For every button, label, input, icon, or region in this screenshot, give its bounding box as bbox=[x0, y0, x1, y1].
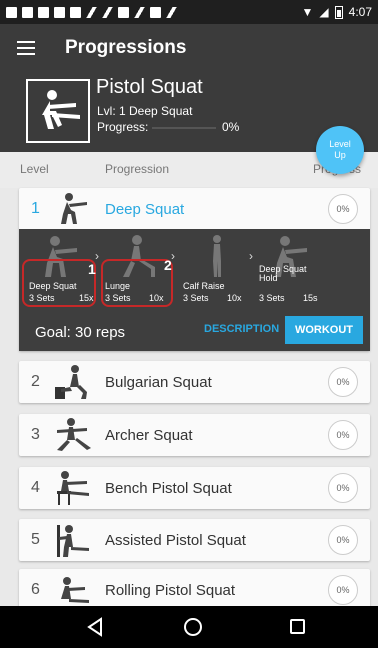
progression-card[interactable]: 3 Archer Squat 0% bbox=[19, 414, 370, 456]
exercise-name: Pistol Squat bbox=[96, 76, 203, 98]
progress-label: Progress: bbox=[97, 120, 149, 134]
notification-icon bbox=[6, 6, 17, 18]
marker-label: 2 bbox=[164, 257, 172, 273]
step-item[interactable]: Calf Raise 3 Sets 10x bbox=[179, 229, 253, 309]
notification-icon bbox=[118, 6, 129, 18]
step-reps: 15s bbox=[303, 293, 318, 303]
goal-text: Goal: 30 reps bbox=[35, 324, 126, 341]
bench-pistol-squat-figure-icon bbox=[57, 471, 89, 505]
progression-name: Bench Pistol Squat bbox=[105, 479, 232, 497]
progress-percent: 0% bbox=[222, 120, 240, 134]
notification-icon bbox=[134, 6, 145, 18]
step-reps: 10x bbox=[227, 293, 242, 303]
step-name: Calf Raise bbox=[183, 281, 225, 291]
signal-icon: ◢ bbox=[319, 5, 329, 19]
step-name: Deep Squat Hold bbox=[259, 264, 307, 284]
notification-icon bbox=[22, 6, 33, 18]
home-icon[interactable] bbox=[184, 618, 202, 636]
notification-icon bbox=[38, 6, 49, 18]
progression-name: Archer Squat bbox=[105, 426, 193, 444]
progression-number: 1 bbox=[31, 200, 40, 217]
progression-progress: 0% bbox=[328, 194, 358, 224]
progression-row[interactable]: 3 Archer Squat 0% bbox=[19, 414, 370, 456]
progression-progress: 0% bbox=[328, 420, 358, 450]
back-icon[interactable] bbox=[86, 617, 104, 637]
progression-progress: 0% bbox=[328, 473, 358, 503]
progression-card[interactable]: 2 Bulgarian Squat 0% bbox=[19, 361, 370, 403]
app-bar: Progressions bbox=[0, 24, 378, 72]
progression-name: Deep Squat bbox=[105, 200, 185, 218]
battery-icon bbox=[334, 5, 343, 19]
current-level: Lvl: 1 Deep Squat bbox=[97, 104, 193, 118]
hamburger-menu-icon[interactable] bbox=[17, 41, 35, 55]
progression-progress: 0% bbox=[328, 525, 358, 555]
app-title: Progressions bbox=[65, 37, 187, 58]
progression-number: 4 bbox=[31, 479, 40, 496]
deep-squat-figure-icon bbox=[61, 193, 87, 224]
column-progression: Progression bbox=[105, 162, 170, 176]
progression-row[interactable]: 6 Rolling Pistol Squat 0% bbox=[19, 569, 370, 611]
level-up-button[interactable]: Level Up bbox=[316, 126, 364, 174]
assisted-pistol-squat-figure-icon bbox=[57, 525, 89, 557]
notification-icon bbox=[166, 6, 177, 18]
progression-card[interactable]: 4 Bench Pistol Squat 0% bbox=[19, 467, 370, 509]
archer-squat-figure-icon bbox=[57, 418, 91, 451]
clock: 4:07 bbox=[348, 5, 372, 19]
progression-name: Bulgarian Squat bbox=[105, 373, 212, 391]
progression-number: 6 bbox=[31, 581, 40, 598]
exercise-thumbnail bbox=[26, 79, 90, 143]
rolling-pistol-squat-figure-icon bbox=[61, 577, 89, 603]
progression-row[interactable]: 2 Bulgarian Squat 0% bbox=[19, 361, 370, 403]
step-sets: 3 Sets bbox=[183, 293, 209, 303]
calf-raise-step-figure-icon bbox=[213, 235, 221, 277]
system-nav-bar bbox=[0, 606, 378, 648]
progress-bar bbox=[152, 127, 216, 129]
progression-number: 3 bbox=[31, 426, 40, 443]
notification-icon bbox=[86, 6, 97, 18]
highlight-marker bbox=[101, 259, 173, 307]
marker-label: 1 bbox=[88, 261, 96, 277]
column-level: Level bbox=[20, 162, 49, 176]
progression-row[interactable]: 4 Bench Pistol Squat 0% bbox=[19, 467, 370, 509]
progression-name: Assisted Pistol Squat bbox=[105, 531, 246, 549]
bulgarian-squat-figure-icon bbox=[55, 365, 87, 399]
notification-icon bbox=[150, 6, 161, 18]
notification-icon bbox=[102, 6, 113, 18]
wifi-icon: ▼ bbox=[301, 5, 314, 19]
highlight-marker bbox=[22, 259, 96, 307]
step-sets: 3 Sets bbox=[259, 293, 285, 303]
pistol-squat-figure-icon bbox=[42, 90, 80, 129]
progression-number: 2 bbox=[31, 373, 40, 390]
progression-progress: 0% bbox=[328, 367, 358, 397]
notification-icon bbox=[54, 6, 65, 18]
workout-button[interactable]: WORKOUT bbox=[285, 316, 363, 344]
progression-detail-panel: Deep Squat 3 Sets 15x › Lunge 3 Sets 10x… bbox=[19, 229, 370, 351]
progression-row[interactable]: 1 Deep Squat 0% bbox=[19, 188, 370, 230]
recent-apps-icon[interactable] bbox=[290, 619, 305, 634]
progression-progress: 0% bbox=[328, 575, 358, 605]
progression-number: 5 bbox=[31, 531, 40, 548]
notification-icons bbox=[6, 6, 177, 18]
notification-icon bbox=[70, 6, 81, 18]
status-bar: ▼ ◢ 4:07 bbox=[0, 0, 378, 24]
step-item[interactable]: Deep Squat Hold 3 Sets 15s bbox=[255, 229, 365, 309]
chevron-right-icon: › bbox=[249, 249, 253, 263]
progression-name: Rolling Pistol Squat bbox=[105, 581, 236, 599]
description-button[interactable]: DESCRIPTION bbox=[204, 323, 279, 335]
level-up-line2: Up bbox=[334, 150, 346, 160]
level-up-line1: Level bbox=[329, 139, 351, 150]
progression-card[interactable]: 5 Assisted Pistol Squat 0% bbox=[19, 519, 370, 561]
progression-row[interactable]: 5 Assisted Pistol Squat 0% bbox=[19, 519, 370, 561]
progression-card[interactable]: 6 Rolling Pistol Squat 0% bbox=[19, 569, 370, 611]
